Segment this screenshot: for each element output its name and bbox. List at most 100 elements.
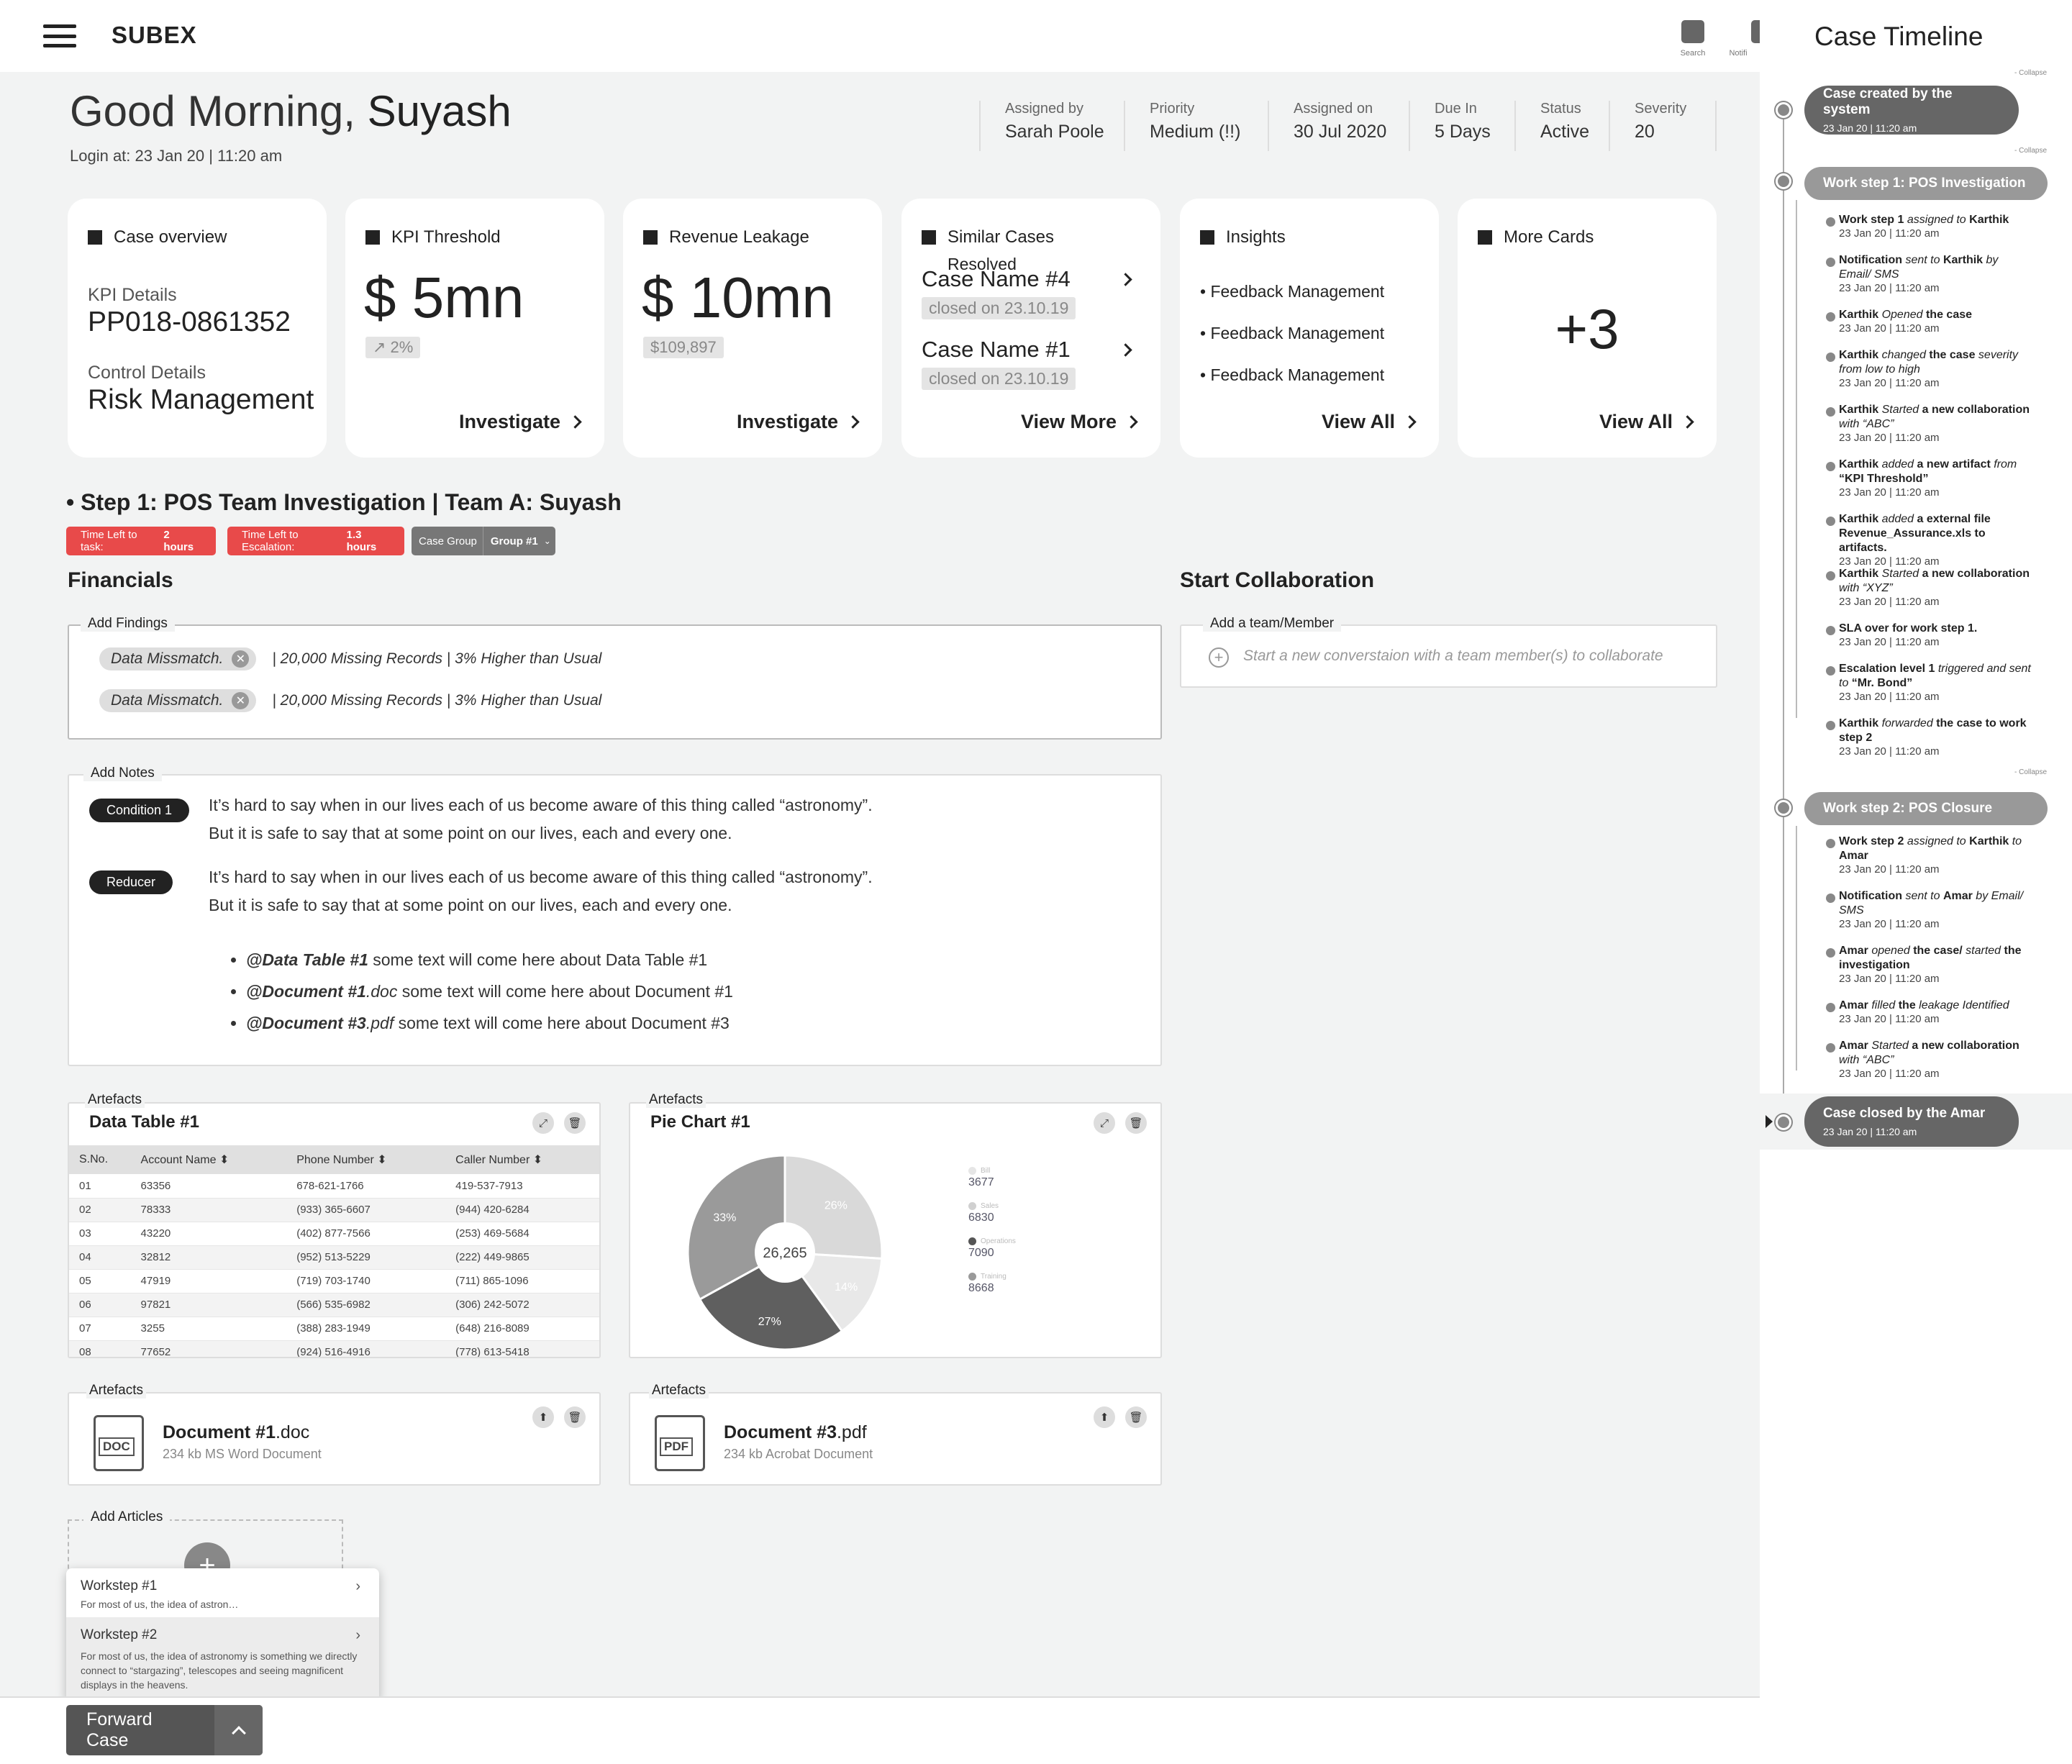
timeline-event[interactable]: SLA over for work step 1. 23 Jan 20 | 11:… <box>1826 622 2033 648</box>
table-cell: (778) 613-5418 <box>445 1340 599 1357</box>
timeline-event[interactable]: Escalation level 1 triggered and sent to… <box>1826 662 2033 703</box>
table-row[interactable]: 05 47919 (719) 703-1740 (711) 865-1096 <box>69 1269 599 1294</box>
timeline-event[interactable]: Karthik added a external file Revenue_As… <box>1826 512 2033 568</box>
hamburger-menu-icon[interactable] <box>43 24 76 47</box>
work-step-2-header[interactable]: Work step 2: POS Closure <box>1804 792 2048 825</box>
table-row[interactable]: 07 3255 (388) 283-1949 (648) 216-8089 <box>69 1317 599 1341</box>
view-all-link[interactable]: View All <box>1599 411 1694 433</box>
timeline-event[interactable]: Notification sent to Amar by Email/ SMS 2… <box>1826 889 2033 930</box>
condition-tag[interactable]: Condition 1 <box>89 799 190 822</box>
pdf-file-icon: PDF <box>655 1415 705 1471</box>
timeline-event[interactable]: Amar filled the leakage Identified 23 Jan… <box>1826 999 2033 1025</box>
square-icon <box>1200 230 1214 245</box>
timeline-event[interactable]: Work step 2 assigned to Karthik to Amar 2… <box>1826 835 2033 876</box>
legend-item[interactable]: Training 8668 <box>968 1273 1016 1295</box>
card-more-cards[interactable]: More Cards +3 View All <box>1458 199 1717 458</box>
chevron-up-icon[interactable] <box>214 1705 263 1755</box>
document-3-artefact[interactable]: PDF Document #3.pdf 234 kb Acrobat Docum… <box>629 1392 1162 1486</box>
expand-icon[interactable]: ⤢ <box>1094 1112 1115 1134</box>
table-cell: 419-537-7913 <box>445 1174 599 1199</box>
similar-case-1[interactable]: Case Name #4 <box>922 266 1071 292</box>
timeline-event[interactable]: Work step 1 assigned to Karthik 23 Jan 20… <box>1826 213 2033 240</box>
collapse-link[interactable]: - Collapse <box>2014 69 2047 77</box>
reference-item[interactable]: @Data Table #1 some text will come here … <box>246 944 733 976</box>
work-step-1-header[interactable]: Work step 1: POS Investigation <box>1804 167 2048 200</box>
table-row[interactable]: 03 43220 (402) 877-7566 (253) 469-5684 <box>69 1222 599 1246</box>
investigate-link[interactable]: Investigate <box>737 411 860 433</box>
table-row[interactable]: 01 63356 678-621-1766 419-537-7913 <box>69 1174 599 1199</box>
delete-icon[interactable]: 🗑 <box>1125 1112 1147 1134</box>
timeline-event[interactable]: Notification sent to Karthik by Email/ S… <box>1826 253 2033 294</box>
case-group-select[interactable]: Case Group Group #1 ⌄ <box>412 527 555 555</box>
event-dot <box>1826 462 1835 471</box>
legend-swatch <box>968 1202 976 1210</box>
chevron-right-icon[interactable] <box>1119 273 1132 286</box>
workstep-item[interactable]: Workstep #2 For most of us, the idea of … <box>66 1617 379 1701</box>
delete-icon[interactable]: 🗑 <box>1125 1406 1147 1428</box>
close-icon[interactable]: ✕ <box>232 692 250 709</box>
event-text: Amar opened the case/ started the invest… <box>1839 945 2022 971</box>
legend-item[interactable]: Bill 3677 <box>968 1167 1016 1189</box>
document-1-artefact[interactable]: DOC Document #1.doc 234 kb MS Word Docum… <box>68 1392 601 1486</box>
insight-item[interactable]: • Feedback Management <box>1200 270 1384 312</box>
upload-icon[interactable]: ⬆ <box>532 1406 554 1428</box>
reference-list: @Data Table #1 some text will come here … <box>246 944 733 1039</box>
insight-item[interactable]: • Feedback Management <box>1200 312 1384 354</box>
insight-item[interactable]: • Feedback Management <box>1200 354 1384 396</box>
card-similar-cases[interactable]: Similar Cases Resolved Case Name #4 clos… <box>901 199 1160 458</box>
add-member-icon[interactable]: + <box>1209 647 1229 668</box>
reference-item[interactable]: @Document #3.pdf some text will come her… <box>246 1007 733 1039</box>
similar-case-2[interactable]: Case Name #1 <box>922 337 1071 363</box>
card-insights[interactable]: Insights • Feedback Management • Feedbac… <box>1180 199 1439 458</box>
expand-icon[interactable]: ⤢ <box>532 1112 554 1134</box>
legend-item[interactable]: Operations 7090 <box>968 1237 1016 1260</box>
view-more-link[interactable]: View More <box>1021 411 1138 433</box>
timeline-event[interactable]: Karthik added a new artifact from “KPI T… <box>1826 458 2033 499</box>
card-kpi-threshold[interactable]: KPI Threshold $ 5mn ↗ 2% Investigate <box>345 199 604 458</box>
collaboration-input[interactable]: Start a new converstaion with a team mem… <box>1243 647 1663 665</box>
table-row[interactable]: 02 78333 (933) 365-6607 (944) 420-6284 <box>69 1198 599 1222</box>
collapse-link[interactable]: - Collapse <box>2014 147 2047 155</box>
event-date: 23 Jan 20 | 11:20 am <box>1839 555 1940 568</box>
chevron-right-icon[interactable] <box>1119 343 1132 357</box>
timeline-event[interactable]: Amar Started a new collaboration with “A… <box>1826 1039 2033 1080</box>
table-row[interactable]: 08 77652 (924) 516-4916 (778) 613-5418 <box>69 1340 599 1357</box>
timeline-event[interactable]: Karthik Started a new collaboration with… <box>1826 403 2033 444</box>
table-row[interactable]: 06 97821 (566) 535-6982 (306) 242-5072 <box>69 1293 599 1317</box>
timeline-event[interactable]: Karthik Started a new collaboration with… <box>1826 567 2033 608</box>
collapse-link[interactable]: - Collapse <box>2014 768 2047 776</box>
workstep-item[interactable]: Workstep #1 For most of us, the idea of … <box>66 1568 379 1617</box>
collaboration-box[interactable]: Add a team/Member + Start a new converst… <box>1180 616 1717 688</box>
reference-item[interactable]: @Document #1.doc some text will come her… <box>246 976 733 1007</box>
finding-chip[interactable]: Data Missmatch. ✕ <box>99 689 257 712</box>
timeline-event[interactable]: Amar opened the case/ started the invest… <box>1826 944 2033 985</box>
reducer-tag[interactable]: Reducer <box>89 870 173 894</box>
view-all-link[interactable]: View All <box>1322 411 1417 433</box>
delete-icon[interactable]: 🗑 <box>564 1406 586 1428</box>
chevron-right-icon <box>846 415 860 429</box>
notification-button[interactable]: Notifi <box>1727 20 1760 58</box>
finding-chip[interactable]: Data Missmatch. ✕ <box>99 647 257 670</box>
table-cell: (944) 420-6284 <box>445 1198 599 1222</box>
legend-name: Operations <box>981 1237 1016 1245</box>
card-revenue-leakage[interactable]: Revenue Leakage $ 10mn $109,897 Investig… <box>623 199 882 458</box>
card-case-overview[interactable]: Case overview KPI Details PP018-0861352 … <box>68 199 327 458</box>
timeline-event[interactable]: Karthik Opened the case 23 Jan 20 | 11:20… <box>1826 308 2033 335</box>
investigate-link[interactable]: Investigate <box>459 411 582 433</box>
legend-item[interactable]: Sales 6830 <box>968 1202 1016 1224</box>
close-icon[interactable]: ✕ <box>232 650 250 668</box>
case-created-event[interactable]: Case created by the system 23 Jan 20 | 11… <box>1804 86 2019 135</box>
case-closed-event[interactable]: Case closed by the Amar 23 Jan 20 | 11:20… <box>1804 1096 2019 1147</box>
event-text: Karthik changed the case severity from l… <box>1839 349 2019 376</box>
upload-icon[interactable]: ⬆ <box>1094 1406 1115 1428</box>
forward-case-button[interactable]: Forward Case <box>66 1705 263 1755</box>
timeline-event[interactable]: Karthik changed the case severity from l… <box>1826 348 2033 389</box>
caret-right-icon[interactable] <box>1766 1115 1773 1128</box>
table-row[interactable]: 04 32812 (952) 513-5229 (222) 449-9865 <box>69 1245 599 1270</box>
legend-swatch <box>968 1167 976 1175</box>
notes-box: Add Notes Condition 1 It’s hard to say w… <box>68 765 1162 1066</box>
search-button[interactable]: Search <box>1671 20 1714 58</box>
notification-icon <box>1751 20 1760 43</box>
delete-icon[interactable]: 🗑 <box>564 1112 586 1134</box>
timeline-event[interactable]: Karthik forwarded the case to work step … <box>1826 717 2033 758</box>
